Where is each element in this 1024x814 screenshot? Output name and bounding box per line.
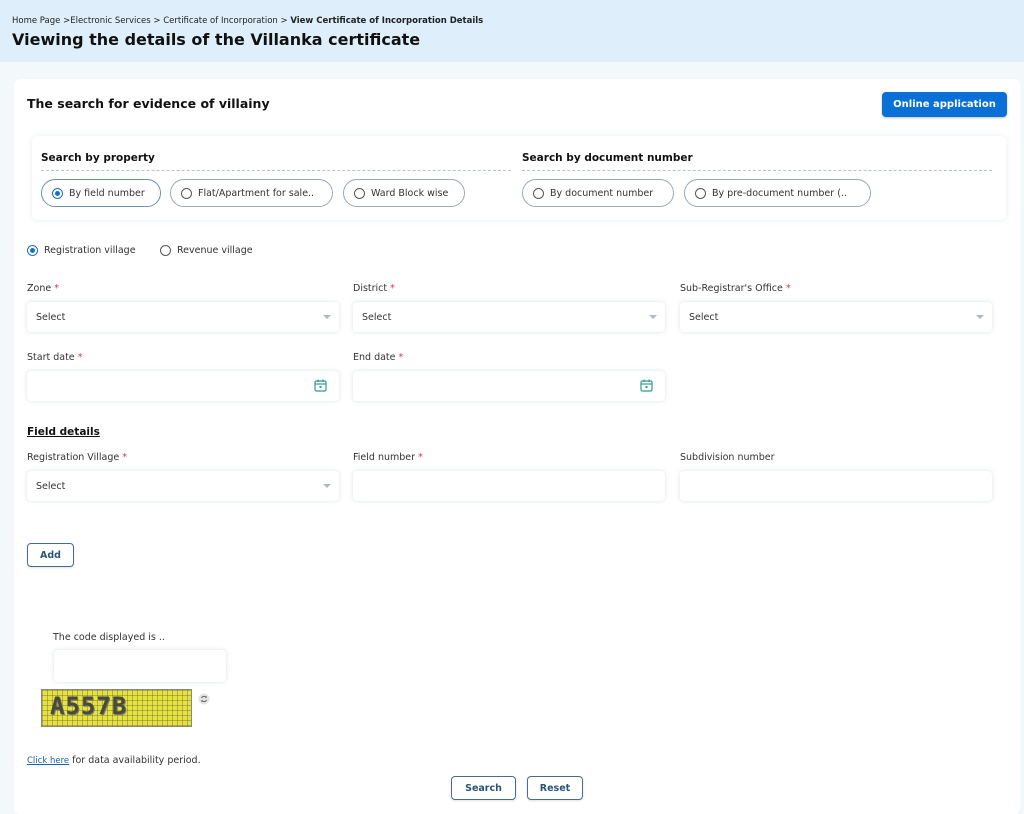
- zone-select[interactable]: Select: [27, 302, 339, 332]
- option-by-document-number[interactable]: By document number: [522, 179, 674, 207]
- option-label: By field number: [69, 187, 145, 199]
- required-mark: *: [785, 283, 791, 294]
- option-label: Ward Block wise: [371, 187, 449, 199]
- field-number-label: Field number *: [353, 452, 423, 463]
- radio-label: Registration village: [44, 245, 136, 256]
- captcha-code: A557B: [50, 692, 128, 720]
- option-label: Flat/Apartment for sale..: [198, 187, 315, 199]
- registration-village-select[interactable]: Select: [27, 471, 339, 501]
- label-text: Field number: [353, 452, 416, 463]
- search-by-document-heading: Search by document number: [522, 152, 693, 164]
- captcha-image: A557B: [41, 689, 192, 727]
- radio-registration-village[interactable]: Registration village: [27, 245, 136, 256]
- radio-icon: [695, 187, 706, 199]
- district-select[interactable]: Select: [353, 302, 665, 332]
- breadcrumb-certificate[interactable]: Certificate of Incorporation >: [163, 16, 287, 26]
- option-ward-block[interactable]: Ward Block wise: [343, 179, 465, 207]
- radio-revenue-village[interactable]: Revenue village: [160, 245, 253, 256]
- radio-icon: [533, 187, 544, 199]
- subdivision-number-label: Subdivision number: [680, 452, 775, 463]
- property-divider: [41, 170, 511, 171]
- chevron-down-icon: [649, 315, 657, 319]
- chevron-down-icon: [323, 484, 331, 488]
- label-text: Sub-Registrar's Office: [680, 283, 783, 294]
- reset-button[interactable]: Reset: [527, 776, 583, 800]
- radio-label: Revenue village: [177, 245, 253, 256]
- refresh-icon[interactable]: [198, 693, 210, 705]
- select-value: Select: [36, 480, 66, 492]
- label-text: End date: [353, 352, 396, 363]
- add-button[interactable]: Add: [27, 543, 74, 567]
- required-mark: *: [398, 352, 404, 363]
- subdivision-number-input[interactable]: [680, 471, 992, 501]
- note-text: for data availability period.: [69, 755, 201, 766]
- search-type-panel: Search by property By field number Flat/…: [32, 136, 1006, 220]
- card-title: The search for evidence of villainy: [27, 96, 270, 111]
- option-flat-apartment[interactable]: Flat/Apartment for sale..: [170, 179, 333, 207]
- label-text: Zone: [27, 283, 52, 294]
- radio-selected-icon: [52, 187, 63, 199]
- radio-icon: [160, 245, 171, 256]
- calendar-icon[interactable]: [314, 379, 327, 392]
- label-text: Registration Village: [27, 452, 120, 463]
- label-text: District: [353, 283, 388, 294]
- select-value: Select: [689, 311, 719, 323]
- required-mark: *: [390, 283, 395, 294]
- sro-label: Sub-Registrar's Office *: [680, 283, 791, 294]
- search-card: The search for evidence of villainy Onli…: [14, 79, 1020, 814]
- chevron-down-icon: [323, 315, 331, 319]
- required-mark: *: [418, 452, 423, 463]
- captcha-input[interactable]: [54, 650, 226, 682]
- required-mark: *: [122, 452, 127, 463]
- required-mark: *: [54, 283, 59, 294]
- select-value: Select: [36, 311, 66, 323]
- zone-label: Zone *: [27, 283, 59, 294]
- breadcrumb-current: View Certificate of Incorporation Detail…: [290, 16, 484, 26]
- option-by-pre-document-number[interactable]: By pre-document number (..: [684, 179, 871, 207]
- radio-selected-icon: [27, 245, 38, 256]
- online-application-button[interactable]: Online application: [882, 92, 1007, 117]
- district-label: District *: [353, 283, 395, 294]
- field-number-input[interactable]: [353, 471, 665, 501]
- option-by-field-number[interactable]: By field number: [41, 179, 161, 207]
- page-title: Viewing the details of the Villanka cert…: [12, 30, 421, 49]
- search-by-property-heading: Search by property: [41, 152, 155, 164]
- label-text: Start date: [27, 352, 75, 363]
- breadcrumb: Home Page >Electronic Services > Certifi…: [12, 16, 483, 26]
- chevron-down-icon: [976, 315, 984, 319]
- field-details-heading: Field details: [27, 426, 100, 438]
- data-availability-note: Click here for data availability period.: [27, 755, 201, 766]
- document-divider: [522, 170, 992, 171]
- click-here-link[interactable]: Click here: [27, 756, 69, 766]
- captcha-label: The code displayed is ..: [53, 632, 165, 643]
- breadcrumb-home[interactable]: Home Page >: [12, 16, 70, 26]
- radio-icon: [354, 187, 365, 199]
- option-label: By document number: [550, 187, 654, 199]
- select-value: Select: [362, 311, 392, 323]
- start-date-label: Start date *: [27, 352, 82, 363]
- option-label: By pre-document number (..: [712, 187, 847, 199]
- end-date-label: End date *: [353, 352, 403, 363]
- calendar-icon[interactable]: [640, 379, 653, 392]
- start-date-input[interactable]: [27, 371, 339, 401]
- breadcrumb-electronic-services[interactable]: Electronic Services >: [70, 16, 160, 26]
- end-date-input[interactable]: [353, 371, 665, 401]
- sro-select[interactable]: Select: [680, 302, 992, 332]
- search-button[interactable]: Search: [451, 776, 516, 800]
- radio-icon: [181, 187, 192, 199]
- registration-village-label: Registration Village *: [27, 452, 127, 463]
- label-text: Subdivision number: [680, 452, 775, 463]
- required-mark: *: [77, 352, 83, 363]
